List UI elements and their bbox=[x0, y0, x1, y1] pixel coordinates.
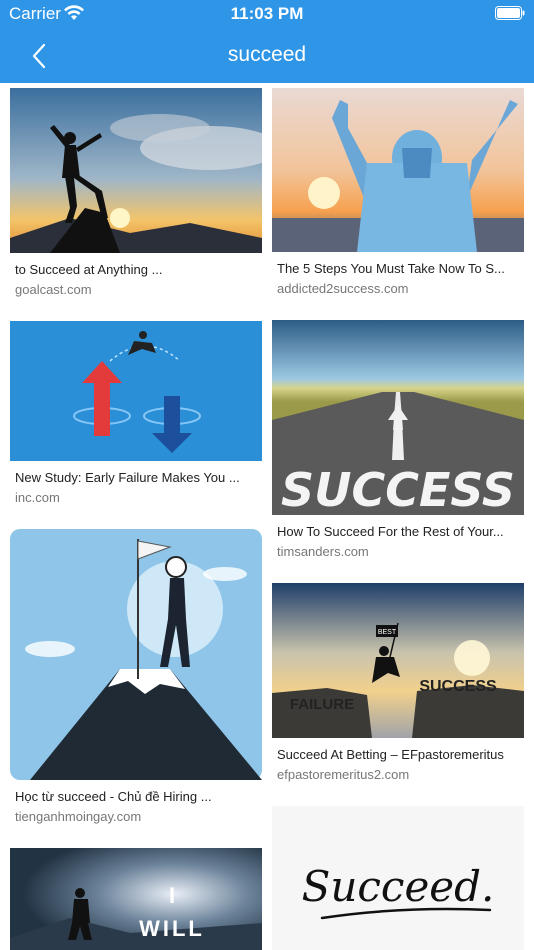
result-source: tienganhmoingay.com bbox=[15, 809, 142, 824]
result-card-tienganhmoingay[interactable]: Học từ succeed - Chủ đề Hiring ... tieng… bbox=[10, 529, 262, 826]
page-title: succeed bbox=[227, 43, 307, 66]
result-title: Succeed At Betting – EFpastoremeritus bbox=[277, 747, 504, 762]
result-card-will-succeed[interactable]: I WILL bbox=[10, 848, 262, 950]
result-title: to Succeed at Anything ... bbox=[15, 262, 163, 277]
result-thumbnail bbox=[10, 321, 262, 461]
app-header: Carrier 11:03 PM succeed bbox=[0, 0, 534, 83]
result-title: New Study: Early Failure Makes You ... bbox=[15, 470, 240, 485]
result-card-goalcast[interactable]: to Succeed at Anything ... goalcast.com bbox=[10, 88, 262, 299]
result-source: goalcast.com bbox=[15, 282, 92, 297]
result-thumbnail bbox=[10, 529, 262, 780]
navigation-bar: succeed bbox=[0, 30, 534, 83]
result-title: How To Succeed For the Rest of Your... bbox=[277, 524, 504, 539]
result-thumbnail: SUCCESS bbox=[272, 320, 524, 515]
image-text-success-right: SUCCESS bbox=[419, 678, 497, 695]
result-card-efpastoremeritus[interactable]: FAILURE SUCCESS BEST Succeed At Betting … bbox=[272, 583, 524, 784]
result-thumbnail bbox=[272, 88, 524, 252]
result-card-addicted2success[interactable]: The 5 Steps You Must Take Now To S... ad… bbox=[272, 88, 524, 298]
image-text-succeed: Succeed. bbox=[302, 862, 495, 911]
flag-text: BEST bbox=[378, 629, 397, 636]
result-thumbnail: Succeed. bbox=[272, 806, 524, 950]
result-card-inc[interactable]: New Study: Early Failure Makes You ... i… bbox=[10, 321, 262, 507]
status-bar: Carrier 11:03 PM bbox=[0, 0, 534, 30]
result-source: timsanders.com bbox=[277, 544, 369, 559]
image-text-i: I bbox=[169, 883, 175, 908]
result-title: Học từ succeed - Chủ đề Hiring ... bbox=[15, 789, 212, 804]
image-text-failure: FAILURE bbox=[290, 696, 354, 713]
result-thumbnail: I WILL bbox=[10, 848, 262, 950]
clock: 11:03 PM bbox=[230, 4, 304, 23]
result-thumbnail bbox=[10, 88, 262, 253]
battery-icon bbox=[495, 6, 525, 20]
image-text-success: SUCCESS bbox=[281, 463, 515, 515]
result-title: The 5 Steps You Must Take Now To S... bbox=[277, 261, 505, 276]
result-card-succeed-handwritten[interactable]: Succeed. bbox=[272, 806, 524, 950]
result-source: addicted2success.com bbox=[277, 281, 409, 296]
result-card-timsanders[interactable]: SUCCESS How To Succeed For the Rest of Y… bbox=[272, 320, 524, 561]
result-source: efpastoremeritus2.com bbox=[277, 767, 410, 782]
image-text-will: WILL bbox=[139, 916, 205, 941]
result-thumbnail: FAILURE SUCCESS BEST bbox=[272, 583, 524, 738]
result-source: inc.com bbox=[15, 490, 60, 505]
